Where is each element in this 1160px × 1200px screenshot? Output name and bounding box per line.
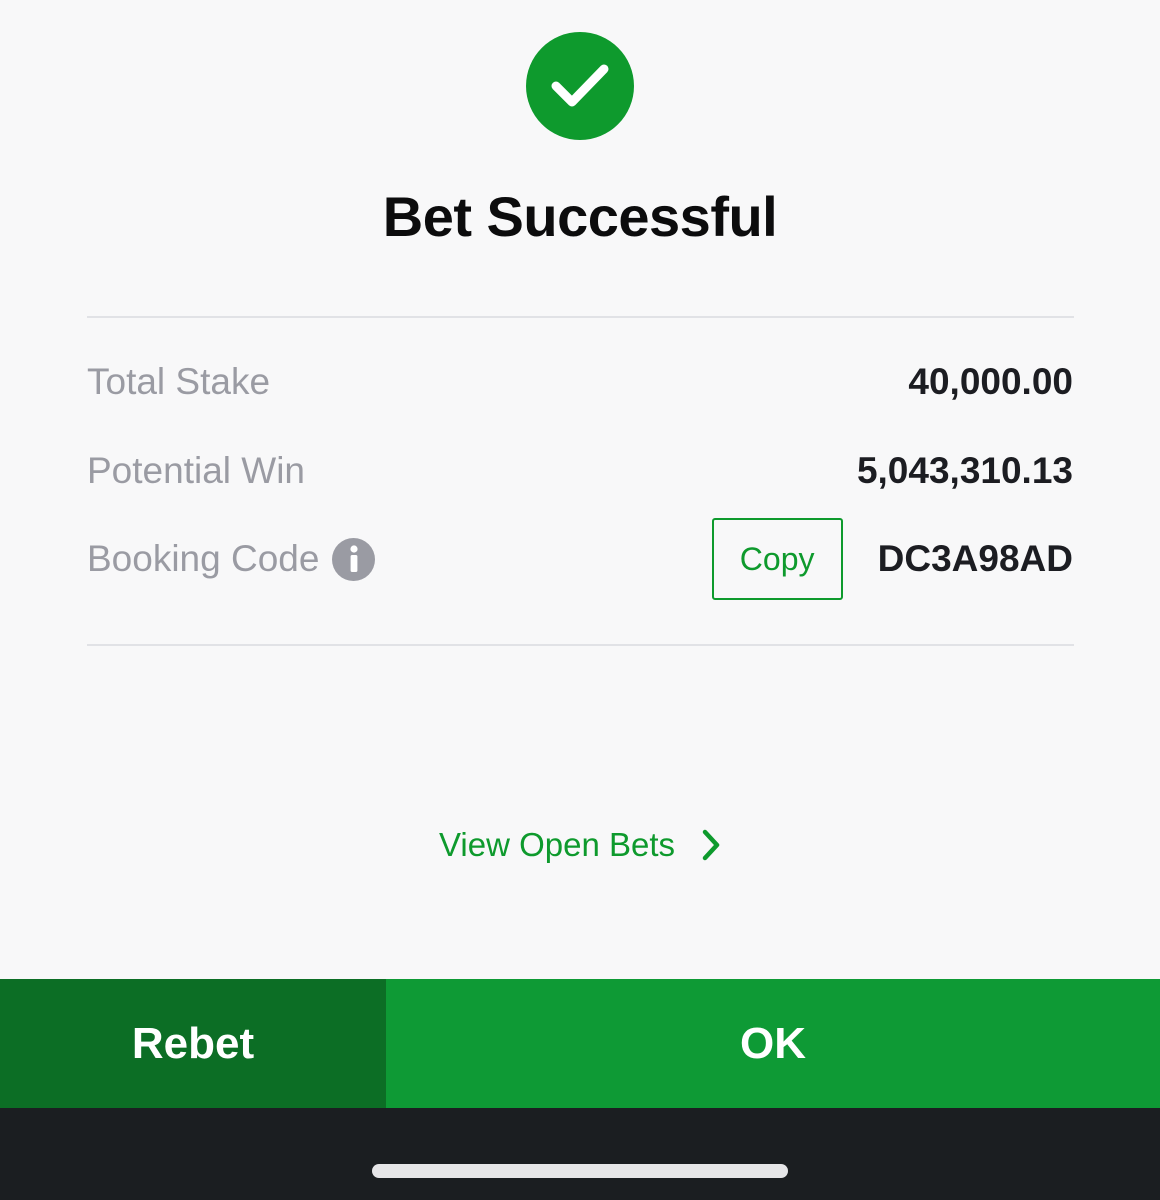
chevron-right-icon (701, 829, 721, 861)
booking-code-label: Booking Code (87, 538, 320, 579)
divider-top (87, 316, 1074, 318)
booking-code-value: DC3A98AD (877, 538, 1073, 579)
potential-win-row: Potential Win 5,043,310.13 (87, 441, 1073, 501)
page-title: Bet Successful (382, 185, 778, 248)
booking-code-row: Booking Code Copy DC3A98AD (87, 518, 1073, 600)
potential-win-label: Potential Win (87, 450, 305, 491)
home-bar-area (0, 1108, 1160, 1200)
total-stake-label: Total Stake (87, 361, 271, 402)
check-circle-icon (526, 32, 634, 140)
ok-button[interactable]: OK (386, 979, 1160, 1108)
copy-button[interactable]: Copy (711, 518, 843, 600)
home-indicator[interactable] (372, 1164, 788, 1178)
potential-win-value: 5,043,310.13 (856, 450, 1073, 491)
info-glyph-icon (350, 545, 358, 572)
booking-code-label-group: Booking Code (87, 537, 376, 581)
total-stake-value: 40,000.00 (908, 361, 1073, 402)
divider-bottom (87, 644, 1074, 646)
footer-actions: Rebet OK (0, 979, 1160, 1108)
booking-code-actions: Copy DC3A98AD (711, 518, 1073, 600)
view-open-bets-link[interactable]: View Open Bets (0, 826, 1160, 864)
info-icon[interactable] (332, 537, 376, 581)
view-open-bets-label: View Open Bets (438, 826, 676, 863)
rebet-button[interactable]: Rebet (0, 979, 386, 1108)
total-stake-row: Total Stake 40,000.00 (87, 352, 1073, 412)
checkmark-icon (551, 64, 609, 107)
